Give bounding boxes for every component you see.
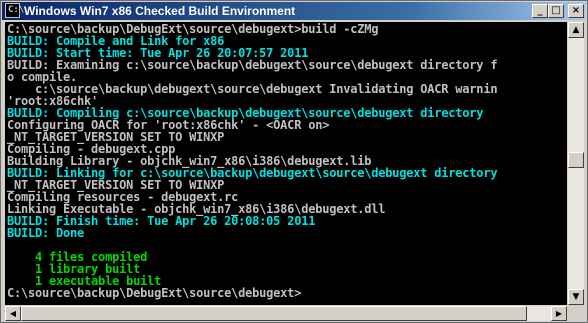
horizontal-scroll-thumb[interactable] xyxy=(21,306,527,321)
maximize-button[interactable]: □ xyxy=(548,4,564,18)
console-line: BUILD: Examining c:\source\backup\debuge… xyxy=(7,58,498,72)
console-line: BUILD: Done xyxy=(7,226,85,240)
title-bar[interactable]: C:\ Windows Win7 x86 Checked Build Envir… xyxy=(2,2,586,20)
console-window: C:\ Windows Win7 x86 Checked Build Envir… xyxy=(0,0,588,323)
console-output[interactable]: C:\source\backup\DebugExt\source\debugex… xyxy=(5,22,567,305)
window-title: Windows Win7 x86 Checked Build Environme… xyxy=(24,4,296,18)
scroll-up-button[interactable]: ▲ xyxy=(568,22,584,38)
vertical-scroll-thumb[interactable] xyxy=(568,152,584,168)
scroll-down-button[interactable]: ▼ xyxy=(568,289,584,305)
console-line: C:\source\backup\DebugExt\source\debugex… xyxy=(7,286,302,300)
horizontal-scrollbar[interactable]: ◀ ▶ xyxy=(5,306,567,321)
scroll-right-button[interactable]: ▶ xyxy=(551,306,567,321)
minimize-button[interactable]: _ xyxy=(532,4,548,18)
resize-grip[interactable] xyxy=(568,306,584,321)
cmd-icon[interactable]: C:\ xyxy=(5,3,24,18)
close-button[interactable]: × xyxy=(568,4,584,18)
vertical-scrollbar[interactable]: ▲ ▼ xyxy=(568,22,584,305)
scroll-left-button[interactable]: ◀ xyxy=(5,306,21,321)
